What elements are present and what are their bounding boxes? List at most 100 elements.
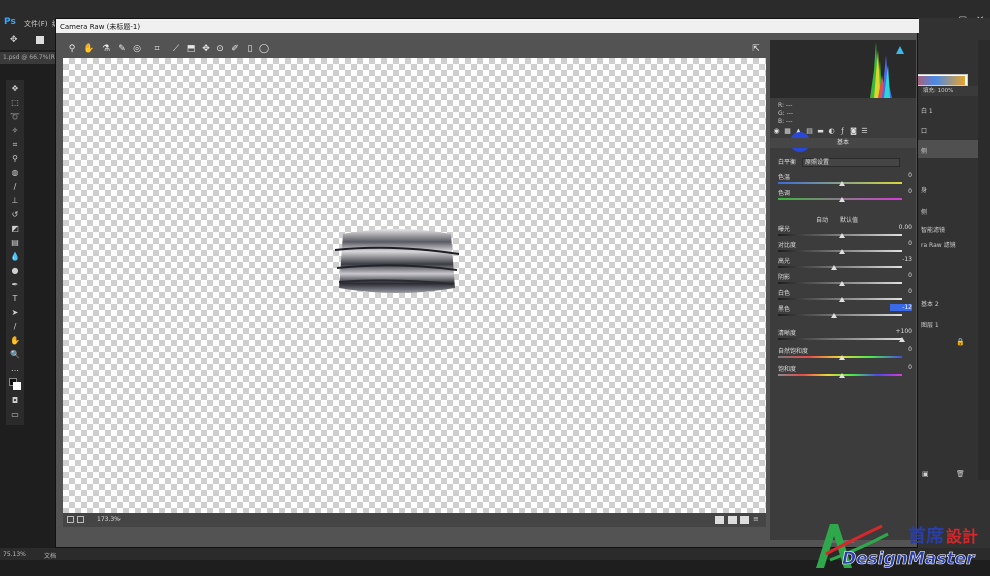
slider-value[interactable]: 0: [890, 346, 912, 353]
slider-value[interactable]: 0: [890, 364, 912, 371]
lasso-icon[interactable]: ➰: [10, 112, 20, 122]
magic-wand-icon[interactable]: ✧: [10, 126, 20, 136]
presets-icon[interactable]: ☰: [860, 127, 869, 137]
slider-value[interactable]: 0: [890, 172, 912, 179]
fx-icon[interactable]: ƒ: [838, 127, 847, 137]
red-eye-icon[interactable]: ⊙: [215, 44, 225, 54]
background-color-swatch[interactable]: [13, 382, 21, 390]
image-canvas[interactable]: [63, 58, 766, 513]
split-toning-icon[interactable]: ▬: [816, 127, 825, 137]
line-icon[interactable]: /: [10, 322, 20, 332]
settings-menu-icon[interactable]: ≡: [753, 515, 759, 523]
history-brush-icon[interactable]: ↺: [10, 210, 20, 220]
spot-removal-icon[interactable]: ✥: [201, 44, 211, 54]
eraser-icon[interactable]: ◩: [10, 224, 20, 234]
pen-icon[interactable]: ✒: [10, 280, 20, 290]
layer-name[interactable]: 侧: [921, 146, 927, 155]
dodge-icon[interactable]: ●: [10, 266, 20, 276]
g-readout: G: ---: [778, 110, 794, 117]
glass-object: [334, 229, 460, 293]
slider-track[interactable]: [778, 338, 902, 340]
stamp-icon[interactable]: ⊥: [10, 196, 20, 206]
slider-thumb[interactable]: [831, 265, 838, 270]
slider-thumb[interactable]: [838, 355, 845, 360]
path-select-icon[interactable]: ➤: [10, 308, 20, 318]
zoom-in-icon[interactable]: [77, 516, 84, 523]
slider-thumb[interactable]: [838, 249, 845, 254]
lens-icon[interactable]: ◐: [827, 127, 836, 137]
swap-icon[interactable]: [728, 516, 737, 524]
zoom-dropdown-icon[interactable]: ⌄: [117, 515, 122, 522]
slider-thumb[interactable]: [899, 337, 905, 342]
gradient-icon[interactable]: ▤: [10, 238, 20, 248]
layer-name[interactable]: 口: [921, 126, 927, 135]
slider-thumb[interactable]: [831, 313, 838, 318]
layer-name[interactable]: 智能滤镜: [921, 225, 945, 234]
camera-calibration-icon[interactable]: ◙: [849, 127, 858, 137]
open-preferences-icon[interactable]: ⇱: [751, 44, 761, 54]
slider-track[interactable]: [778, 266, 902, 268]
slider-thumb[interactable]: [838, 233, 845, 238]
copy-settings-icon[interactable]: [740, 516, 749, 524]
target-adjust-icon[interactable]: ◎: [132, 44, 142, 54]
slider-value[interactable]: 0: [890, 188, 912, 195]
color-sampler-icon[interactable]: ✎: [117, 44, 127, 54]
zoom-icon[interactable]: 🔍: [10, 350, 20, 360]
layer-name[interactable]: 基本 2: [921, 299, 939, 308]
slider-value[interactable]: 0.00: [890, 224, 912, 231]
slider-value[interactable]: -13: [890, 256, 912, 263]
more-tools-icon[interactable]: …: [10, 364, 20, 374]
new-layer-icon[interactable]: ▣: [922, 470, 929, 478]
slider-thumb[interactable]: [838, 281, 845, 286]
slider-track[interactable]: [778, 314, 902, 316]
layer-name[interactable]: 侧: [921, 207, 927, 216]
marquee-icon[interactable]: ⬚: [10, 98, 20, 108]
slider-value[interactable]: 0: [890, 240, 912, 247]
healing-icon[interactable]: ◍: [10, 168, 20, 178]
slider-value[interactable]: +100: [890, 328, 912, 335]
crop-tool-icon[interactable]: ⌗: [152, 44, 162, 54]
zoom-out-icon[interactable]: [67, 516, 74, 523]
cr-bottombar: 173.3% ⌄ ≡: [63, 513, 766, 527]
tone-curve-icon[interactable]: ▦: [783, 127, 792, 137]
radial-filter-icon[interactable]: ◯: [259, 44, 269, 54]
wb-tool-icon[interactable]: ⚗: [101, 44, 111, 54]
auto-select-checkbox[interactable]: [36, 36, 44, 44]
layer-name[interactable]: 身: [921, 185, 927, 194]
straighten-icon[interactable]: ⟋: [171, 44, 181, 54]
quick-mask-icon[interactable]: ◘: [10, 396, 20, 406]
eyedropper-icon[interactable]: ⚲: [10, 154, 20, 164]
move-tool-icon[interactable]: ✥: [10, 35, 18, 45]
white-balance-select[interactable]: 原照设置: [802, 158, 900, 167]
layer-name[interactable]: 图层 1: [921, 320, 939, 329]
hand-icon[interactable]: ✋: [10, 336, 20, 346]
zoom-tool-icon[interactable]: ⚲: [67, 44, 77, 54]
slider-value[interactable]: 0: [890, 288, 912, 295]
transform-icon[interactable]: ⬒: [186, 44, 196, 54]
blur-icon[interactable]: 💧: [10, 252, 20, 262]
layer-name[interactable]: ra Raw 滤镜: [921, 240, 956, 249]
auto-button[interactable]: 自动: [816, 215, 828, 224]
adjustment-brush-icon[interactable]: ✐: [230, 44, 240, 54]
screen-mode-icon[interactable]: ▭: [10, 410, 20, 420]
slider-thumb[interactable]: [838, 297, 845, 302]
slider-thumb[interactable]: [838, 373, 845, 378]
before-after-y-icon[interactable]: [715, 516, 724, 524]
slider-value[interactable]: 0: [890, 272, 912, 279]
crop-icon[interactable]: ⌗: [10, 140, 20, 150]
type-icon[interactable]: T: [10, 294, 20, 304]
layer-name[interactable]: 白 1: [921, 106, 933, 115]
document-tab[interactable]: 1.psd @ 66.7%(RG: [0, 52, 60, 64]
menu-file[interactable]: 文件(F): [24, 19, 48, 29]
hand-tool-icon[interactable]: ✋: [83, 44, 94, 54]
move-icon[interactable]: ✥: [10, 84, 20, 94]
trash-icon[interactable]: 🗑: [956, 470, 965, 478]
slider-thumb[interactable]: [838, 197, 845, 202]
graduated-filter-icon[interactable]: ▯: [245, 44, 255, 54]
default-button[interactable]: 默认值: [840, 215, 858, 224]
slider-thumb[interactable]: [838, 181, 845, 186]
status-zoom[interactable]: 75.13%: [3, 551, 26, 558]
brush-icon[interactable]: ∕: [10, 182, 20, 192]
slider-value[interactable]: -12: [890, 304, 912, 311]
basic-panel-icon[interactable]: ◉: [772, 127, 781, 137]
